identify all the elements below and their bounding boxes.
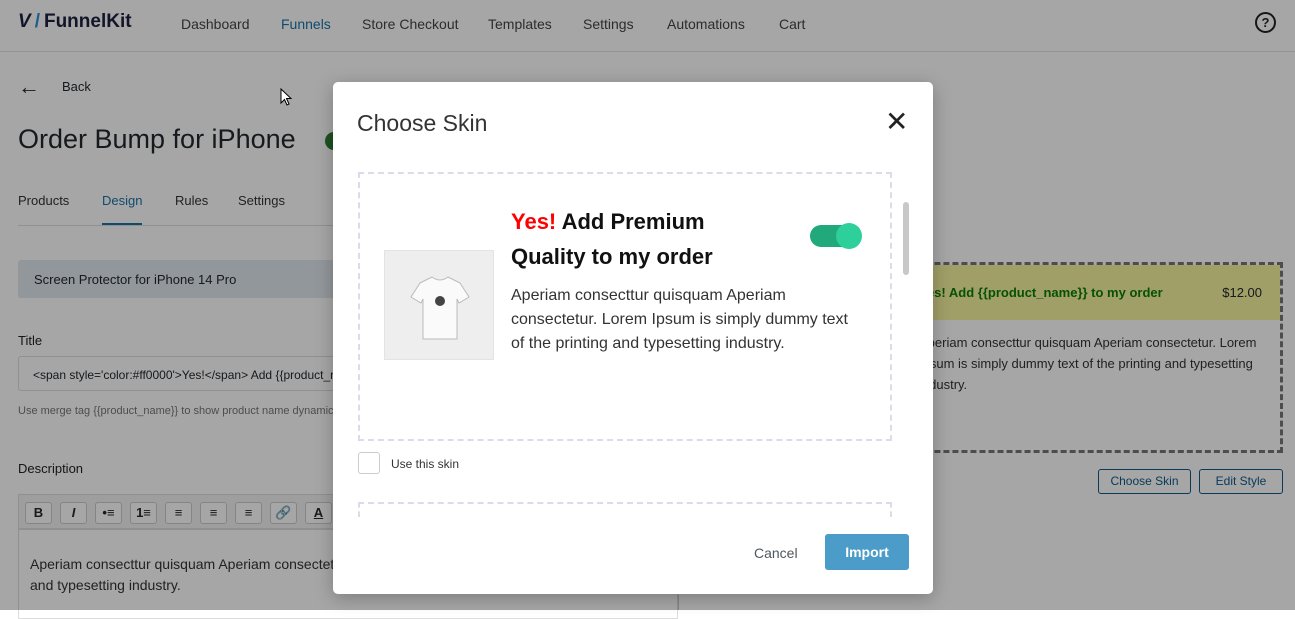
modal-title: Choose Skin (357, 110, 488, 136)
use-skin-label: Use this skin (391, 457, 460, 471)
skin-toggle[interactable] (810, 223, 862, 249)
skin-description: Aperiam consecttur quisquam Aperiam cons… (511, 287, 848, 352)
use-skin-checkbox[interactable] (358, 452, 380, 474)
import-button[interactable]: Import (825, 534, 909, 570)
skin-card[interactable] (358, 502, 892, 517)
skin-title: Yes! Add Premium Quality to my order (511, 209, 713, 269)
scrollbar[interactable] (903, 202, 909, 275)
close-icon[interactable]: ✕ (885, 108, 908, 136)
skin-card[interactable]: Yes! Add Premium Quality to my order Ape… (358, 172, 892, 441)
toggle-knob (836, 223, 862, 249)
choose-skin-modal: Choose Skin ✕ Yes! Add Premium Quality t… (333, 82, 933, 594)
product-thumbnail (384, 250, 494, 360)
cancel-button[interactable]: Cancel (754, 545, 798, 561)
mouse-cursor-icon (280, 88, 293, 106)
